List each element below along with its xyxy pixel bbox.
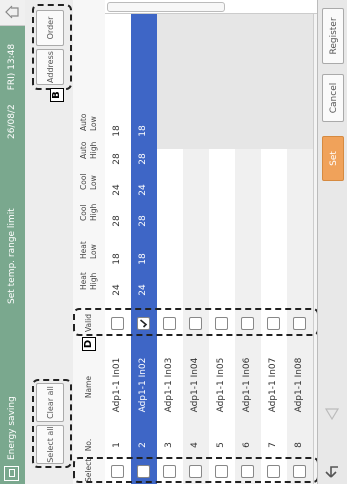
select-column-highlight (73, 457, 319, 483)
energy-saving-icon (4, 466, 19, 481)
row-cool-high: 28 (138, 215, 148, 227)
col-heat-low: Heat Low (79, 241, 98, 259)
back-button[interactable] (322, 460, 344, 482)
table-row[interactable]: 6 Adp1-1 In06 (235, 14, 262, 484)
table-header: Select No. Name Valid Heat High Heat Low C… (73, 0, 106, 484)
register-button[interactable]: Register (322, 8, 344, 64)
col-no: No. (84, 438, 93, 452)
triangle-left-icon (324, 408, 340, 421)
row-no: 8 (294, 442, 304, 448)
screen: Energy saving Set temp. range limit 26/0… (0, 0, 347, 484)
row-cool-high: 28 (112, 215, 122, 227)
row-empty-values (261, 14, 287, 149)
row-no: 3 (164, 442, 174, 448)
row-cool-low: 24 (138, 184, 148, 196)
row-no: 5 (216, 442, 226, 448)
row-name: Adp1-1 In07 (268, 357, 278, 413)
table-row[interactable]: 4 Adp1-1 In04 (183, 14, 210, 484)
app-title: Energy saving (7, 396, 17, 460)
row-name: Adp1-1 In01 (112, 357, 122, 413)
col-heat-high: Heat High (79, 272, 98, 290)
row-no: 4 (190, 442, 200, 448)
table-row[interactable]: 7 Adp1-1 In07 (261, 14, 288, 484)
row-empty-values (287, 14, 313, 149)
valid-column-highlight (73, 308, 319, 336)
col-name: Name (84, 375, 93, 399)
row-name: Adp1-1 In08 (294, 357, 304, 413)
row-name: Adp1-1 In05 (216, 357, 226, 413)
home-button[interactable] (0, 0, 25, 26)
table-row[interactable]: 3 Adp1-1 In03 (157, 14, 184, 484)
select-clear-highlight (32, 379, 72, 468)
sort-buttons-highlight (32, 4, 72, 90)
back-arrow-icon (325, 466, 338, 478)
bottom-bar: Set Cancel Register (317, 0, 347, 484)
table-row[interactable]: 8 Adp1-1 In08 (287, 14, 314, 484)
row-name: Adp1-1 In04 (190, 357, 200, 413)
col-auto-low: Auto Low (79, 113, 98, 131)
scrollbar-thumb[interactable] (107, 2, 225, 12)
row-heat-low: 18 (138, 253, 148, 265)
row-heat-low: 18 (112, 253, 122, 265)
row-empty-values (235, 14, 261, 149)
title-bar: Energy saving Set temp. range limit 26/0… (0, 0, 25, 484)
set-button[interactable]: Set (322, 136, 344, 181)
table-row[interactable]: 5 Adp1-1 In05 (209, 14, 236, 484)
cancel-button[interactable]: Cancel (322, 74, 344, 122)
row-cool-low: 24 (112, 184, 122, 196)
row-empty-values (157, 14, 183, 149)
row-auto-high: 28 (112, 153, 122, 165)
table-row[interactable]: 1 Adp1-1 In01 24 18 28 24 28 18 (105, 14, 132, 484)
col-cool-high: Cool High (79, 203, 98, 221)
marker-b: B (50, 88, 64, 102)
row-no: 1 (112, 442, 122, 448)
row-no: 6 (242, 442, 252, 448)
screen-title: Set temp. range limit (7, 208, 17, 304)
row-heat-high: 24 (112, 284, 122, 296)
datetime: 26/08/2FRI) 13:48 (7, 43, 17, 139)
col-auto-high: Auto High (79, 141, 98, 159)
row-name: Adp1-1 In02 (138, 357, 148, 413)
table-row-selected[interactable]: 2 Adp1-1 In02 24 18 28 24 28 18 (131, 14, 158, 484)
row-no: 2 (138, 442, 148, 448)
row-name: Adp1-1 In03 (164, 357, 174, 413)
col-cool-low: Cool Low (79, 173, 98, 191)
home-icon (5, 5, 19, 19)
row-empty-values (209, 14, 235, 149)
row-name: Adp1-1 In06 (242, 357, 252, 413)
row-auto-high: 28 (138, 153, 148, 165)
row-empty-values (183, 14, 209, 149)
row-heat-high: 24 (138, 284, 148, 296)
row-auto-low: 18 (112, 125, 122, 137)
row-auto-low: 18 (138, 125, 148, 137)
marker-d: D (82, 337, 96, 351)
row-no: 7 (268, 442, 278, 448)
scroll-up-button[interactable] (322, 402, 344, 424)
